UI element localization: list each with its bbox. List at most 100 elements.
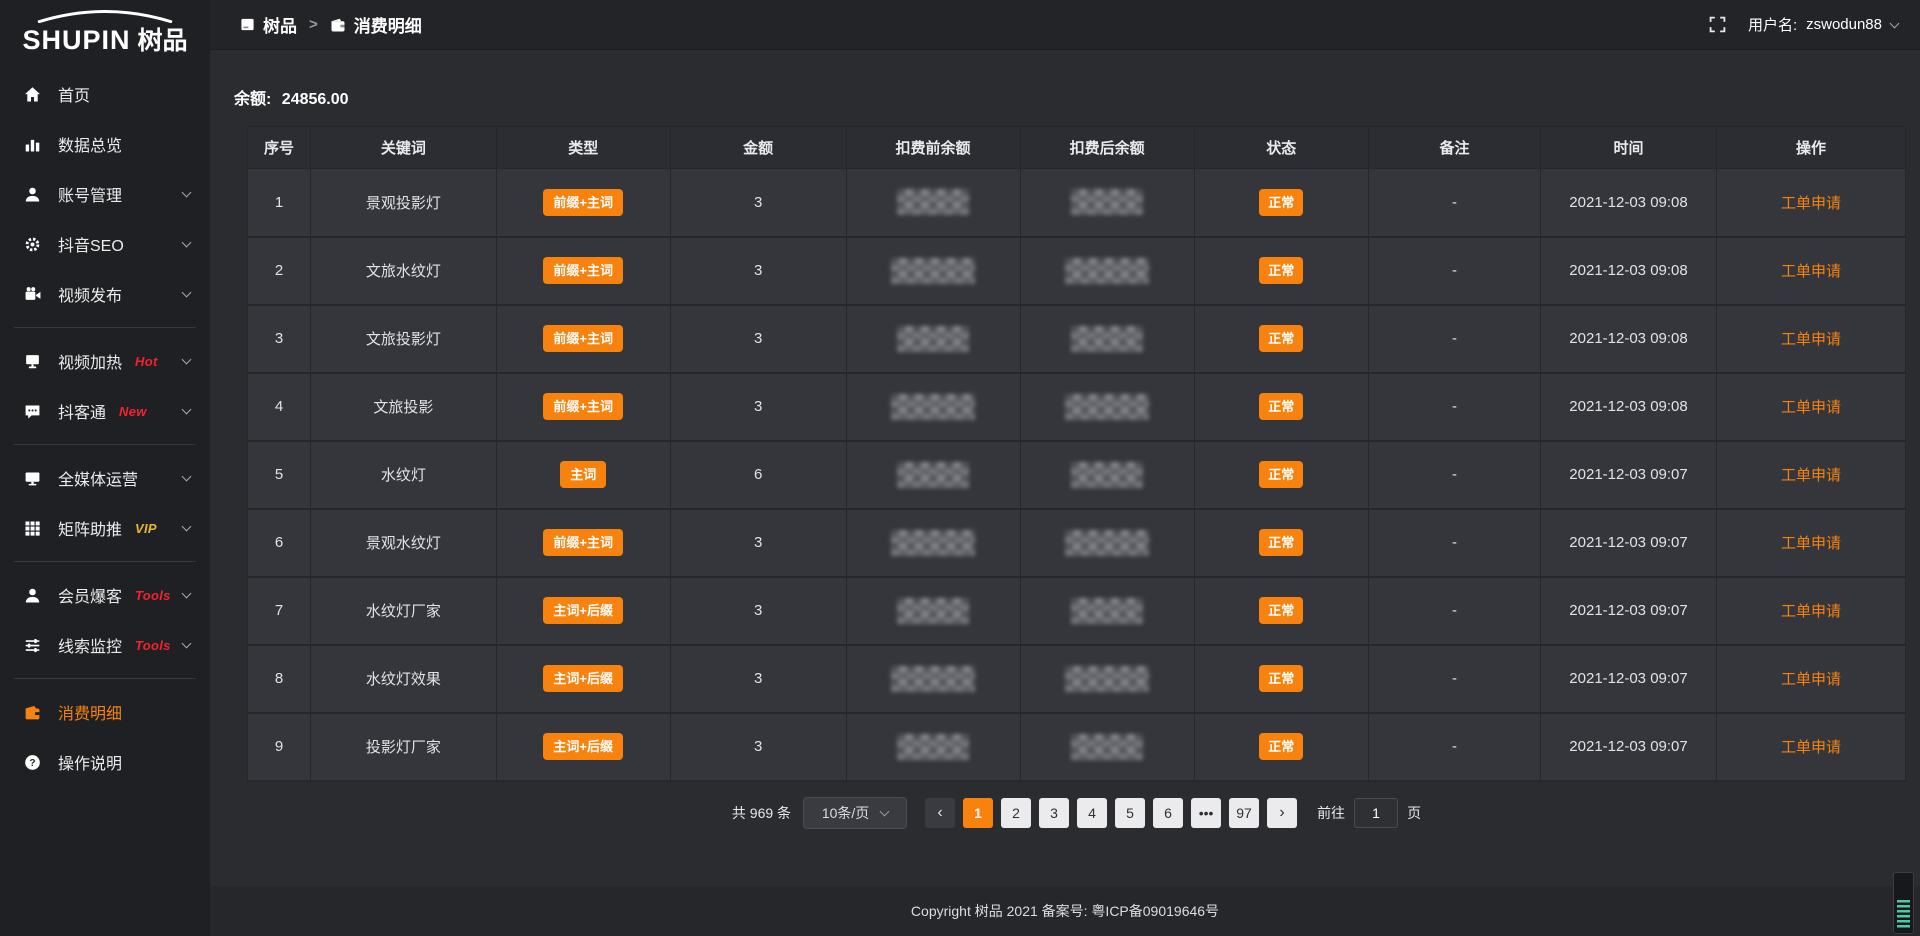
sidebar-item-matrix-boost[interactable]: 矩阵助推VIP <box>0 503 210 553</box>
cell-no: 5 <box>248 441 311 509</box>
cell-action: 工单申请 <box>1716 237 1905 305</box>
work-order-link[interactable]: 工单申请 <box>1781 535 1841 552</box>
sidebar-item-label: 首页 <box>58 82 90 106</box>
column-header-5: 扣费后余额 <box>1020 127 1194 169</box>
chart-icon <box>24 136 44 153</box>
pagination-pages: ‹ 123456 ••• 97 › <box>925 798 1297 828</box>
balance-row: 余额: 24856.00 <box>234 85 1920 109</box>
sidebar-item-member-burst[interactable]: 会员爆客Tools <box>0 570 210 620</box>
page-button-4[interactable]: 4 <box>1077 798 1107 828</box>
breadcrumb-home-label: 树品 <box>263 12 297 37</box>
status-badge: 正常 <box>1259 189 1303 216</box>
status-badge: 正常 <box>1259 529 1303 556</box>
column-header-7: 备注 <box>1368 127 1540 169</box>
cell-amount: 3 <box>670 237 846 305</box>
page-size-select[interactable]: 10条/页 <box>803 797 907 829</box>
page-button-97[interactable]: 97 <box>1229 798 1259 828</box>
goto-page-input[interactable] <box>1354 798 1398 828</box>
breadcrumb-current[interactable]: 消费明细 <box>330 12 422 37</box>
blurred-value <box>1065 394 1149 420</box>
table-row: 5水纹灯主词6正常-2021-12-03 09:07工单申请 <box>248 441 1906 509</box>
cell-action: 工单申请 <box>1716 509 1905 577</box>
cell-no: 8 <box>248 645 311 713</box>
balance-value: 24856.00 <box>282 91 349 108</box>
work-order-link[interactable]: 工单申请 <box>1781 399 1841 416</box>
chevron-down-icon <box>182 354 192 364</box>
sidebar-item-video-heat[interactable]: 视频加热Hot <box>0 336 210 386</box>
cell-status: 正常 <box>1194 441 1368 509</box>
sidebar-item-label: 线索监控 <box>58 633 122 657</box>
cell-time: 2021-12-03 09:07 <box>1541 509 1717 577</box>
cell-balance-before <box>846 441 1020 509</box>
cell-remark: - <box>1368 645 1540 713</box>
cell-no: 9 <box>248 713 311 781</box>
sidebar-item-badge: New <box>119 404 147 419</box>
page-button-5[interactable]: 5 <box>1115 798 1145 828</box>
blurred-value <box>897 189 969 215</box>
user-menu[interactable]: 用户名: zswodun88 <box>1748 14 1898 35</box>
sidebar-item-home[interactable]: 首页 <box>0 69 210 119</box>
sidebar-item-label: 操作说明 <box>58 750 122 774</box>
column-header-2: 类型 <box>496 127 670 169</box>
user-icon <box>24 186 44 203</box>
cell-remark: - <box>1368 509 1540 577</box>
cell-status: 正常 <box>1194 577 1368 645</box>
chat-icon <box>24 403 44 420</box>
work-order-link[interactable]: 工单申请 <box>1781 671 1841 688</box>
sidebar-item-label: 视频加热 <box>58 349 122 373</box>
blurred-value <box>897 462 969 488</box>
cell-time: 2021-12-03 09:08 <box>1541 373 1717 441</box>
floating-service-widget[interactable] <box>1893 872 1914 934</box>
column-header-1: 关键词 <box>311 127 497 169</box>
cell-action: 工单申请 <box>1716 441 1905 509</box>
page-button-2[interactable]: 2 <box>1001 798 1031 828</box>
fullscreen-icon[interactable] <box>1709 16 1726 33</box>
sidebar-item-data-overview[interactable]: 数据总览 <box>0 119 210 169</box>
next-page-button[interactable]: › <box>1267 798 1297 828</box>
cell-time: 2021-12-03 09:07 <box>1541 577 1717 645</box>
cell-amount: 3 <box>670 645 846 713</box>
type-badge: 前缀+主词 <box>543 325 623 352</box>
cell-keyword: 文旅投影灯 <box>311 305 497 373</box>
cell-no: 2 <box>248 237 311 305</box>
sidebar-item-video-publish[interactable]: 视频发布 <box>0 269 210 319</box>
cell-remark: - <box>1368 169 1540 237</box>
page-ellipsis[interactable]: ••• <box>1191 798 1221 828</box>
prev-page-button[interactable]: ‹ <box>925 798 955 828</box>
blurred-value <box>1071 326 1143 352</box>
blurred-value <box>1071 598 1143 624</box>
cell-status: 正常 <box>1194 169 1368 237</box>
table-row: 1景观投影灯前缀+主词3正常-2021-12-03 09:08工单申请 <box>248 169 1906 237</box>
breadcrumb-home[interactable]: 树品 <box>240 12 297 37</box>
work-order-link[interactable]: 工单申请 <box>1781 195 1841 212</box>
page-button-6[interactable]: 6 <box>1153 798 1183 828</box>
sidebar-item-label: 抖客通 <box>58 399 106 423</box>
work-order-link[interactable]: 工单申请 <box>1781 331 1841 348</box>
user-icon <box>24 587 44 604</box>
page-button-1[interactable]: 1 <box>963 798 993 828</box>
home-icon <box>24 86 44 103</box>
sidebar-item-douketong[interactable]: 抖客通 New <box>0 386 210 436</box>
balance-label: 余额: <box>234 91 271 108</box>
page-button-3[interactable]: 3 <box>1039 798 1069 828</box>
cell-type: 前缀+主词 <box>496 305 670 373</box>
work-order-link[interactable]: 工单申请 <box>1781 263 1841 280</box>
sidebar-item-consume-detail[interactable]: 消费明细 <box>0 687 210 737</box>
sidebar-item-lead-monitor[interactable]: 线索监控Tools <box>0 620 210 670</box>
cell-remark: - <box>1368 713 1540 781</box>
work-order-link[interactable]: 工单申请 <box>1781 603 1841 620</box>
logo-text-cn: 树品 <box>138 21 188 57</box>
cell-keyword: 文旅水纹灯 <box>311 237 497 305</box>
sidebar-item-account-manage[interactable]: 账号管理 <box>0 169 210 219</box>
column-header-3: 金额 <box>670 127 846 169</box>
work-order-link[interactable]: 工单申请 <box>1781 739 1841 756</box>
sidebar-item-media-ops[interactable]: 全媒体运营 <box>0 453 210 503</box>
work-order-link[interactable]: 工单申请 <box>1781 467 1841 484</box>
chevron-down-icon <box>1890 19 1900 29</box>
sidebar-item-douyin-seo[interactable]: 抖音SEO <box>0 219 210 269</box>
chevron-down-icon <box>182 638 192 648</box>
sidebar-item-instructions[interactable]: ?操作说明 <box>0 737 210 787</box>
type-badge: 前缀+主词 <box>543 257 623 284</box>
column-header-0: 序号 <box>248 127 311 169</box>
main-content: 余额: 24856.00 序号关键词类型金额扣费前余额扣费后余额状态备注时间操作… <box>210 51 1920 886</box>
